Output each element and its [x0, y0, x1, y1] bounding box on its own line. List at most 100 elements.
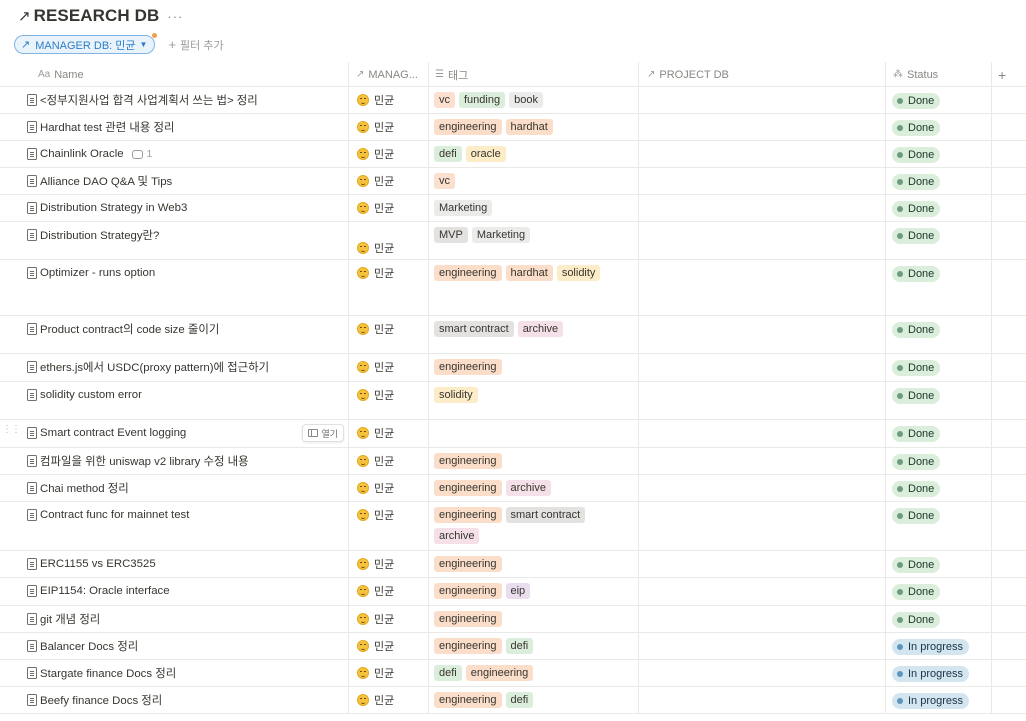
status-badge[interactable]: Done [892, 93, 941, 109]
project-cell[interactable] [638, 114, 885, 140]
status-cell[interactable]: Done [885, 168, 991, 194]
manager-relation[interactable]: 민균 [357, 260, 394, 286]
status-cell[interactable]: Done [885, 382, 991, 419]
column-header-status[interactable]: ⁂ Status [893, 62, 988, 87]
tags-cell[interactable]: engineering [428, 354, 638, 381]
table-row[interactable]: Hardhat test 관련 내용 정리 민균 engineering hardha… [0, 114, 1026, 141]
tag-pill[interactable]: oracle [465, 146, 506, 162]
status-badge[interactable]: Done [892, 508, 941, 524]
manager-cell[interactable]: 민균 [348, 606, 428, 632]
manager-cell[interactable]: 민균 [348, 448, 428, 474]
row-title[interactable]: Smart contract Event logging [40, 420, 186, 446]
name-cell[interactable]: Distribution Strategy란? [14, 222, 348, 259]
project-cell[interactable] [638, 502, 885, 550]
manager-relation[interactable]: 민균 [357, 687, 394, 713]
manager-cell[interactable]: 민균 [348, 114, 428, 140]
tags-cell[interactable]: engineering hardhat [428, 114, 638, 140]
tag-pill[interactable]: engineering [465, 665, 534, 681]
tag-pill[interactable]: engineering [434, 359, 502, 375]
row-title[interactable]: Distribution Strategy란? [40, 222, 159, 248]
tags-cell[interactable]: smart contract archive [428, 316, 638, 353]
name-cell[interactable]: Beefy finance Docs 정리 [14, 687, 348, 713]
manager-relation[interactable]: 민균 [357, 606, 394, 632]
tag-pill[interactable]: engineering [434, 638, 502, 654]
manager-relation[interactable]: 민균 [357, 354, 394, 380]
column-header-project[interactable]: ↗ PROJECT DB [647, 62, 882, 87]
column-header-manager[interactable]: ↗ MANAG... [356, 62, 428, 87]
row-title[interactable]: Balancer Docs 정리 [40, 633, 138, 659]
name-cell[interactable]: ERC1155 vs ERC3525 [14, 551, 348, 577]
name-cell[interactable]: 컴파일을 위한 uniswap v2 library 수정 내용 [14, 448, 348, 474]
table-row[interactable]: Smart contract Event logging 열기 ⋮⋮ 민균 Done [0, 420, 1026, 448]
project-cell[interactable] [638, 168, 885, 194]
manager-relation[interactable]: 민균 [357, 235, 394, 261]
row-title[interactable]: Hardhat test 관련 내용 정리 [40, 114, 174, 140]
status-cell[interactable]: Done [885, 502, 991, 550]
comment-count[interactable]: 1 [131, 149, 152, 160]
name-cell[interactable]: EIP1154: Oracle interface [14, 578, 348, 605]
name-cell[interactable]: Smart contract Event logging 열기 ⋮⋮ [2, 420, 348, 447]
tag-pill[interactable]: Marketing [471, 227, 531, 243]
status-cell[interactable]: Done [885, 578, 991, 605]
manager-cell[interactable]: 민균 [348, 222, 428, 259]
tag-pill[interactable]: defi [505, 692, 534, 708]
status-badge[interactable]: In progress [892, 639, 970, 655]
table-row[interactable]: solidity custom error 민균 solidity Done [0, 382, 1026, 420]
tag-pill[interactable]: smart contract [505, 507, 586, 523]
project-cell[interactable] [638, 382, 885, 419]
add-filter-button[interactable]: + 필터 추가 [168, 37, 223, 53]
status-badge[interactable]: Done [892, 584, 941, 600]
manager-relation[interactable]: 민균 [357, 475, 394, 501]
name-cell[interactable]: Alliance DAO Q&A 및 Tips [14, 168, 348, 194]
name-cell[interactable]: Chainlink Oracle 1 [14, 141, 348, 167]
table-row[interactable]: Optimizer - runs option 민균 engineering hard… [0, 260, 1026, 316]
table-row[interactable]: Product contract의 code size 줄이기 민균 smart c… [0, 316, 1026, 354]
tags-cell[interactable]: engineering defi [428, 687, 638, 713]
tags-cell[interactable]: defi engineering [428, 660, 638, 686]
tag-pill[interactable]: hardhat [505, 265, 553, 281]
tag-pill[interactable]: archive [505, 480, 551, 496]
manager-cell[interactable]: 민균 [348, 660, 428, 686]
name-cell[interactable]: git 개념 정리 [14, 606, 348, 632]
more-options-icon[interactable]: ··· [167, 9, 183, 24]
manager-relation[interactable]: 민균 [357, 195, 394, 221]
manager-relation[interactable]: 민균 [357, 660, 394, 686]
status-badge[interactable]: Done [892, 360, 941, 376]
table-row[interactable]: Beefy finance Docs 정리 민균 engineering defi In… [0, 687, 1026, 714]
status-cell[interactable]: Done [885, 475, 991, 501]
tag-pill[interactable]: hardhat [505, 119, 553, 135]
tags-cell[interactable] [428, 420, 638, 447]
status-cell[interactable]: Done [885, 222, 991, 259]
manager-relation[interactable]: 민균 [357, 633, 394, 659]
project-cell[interactable] [638, 260, 885, 315]
tags-cell[interactable]: engineering [428, 551, 638, 577]
manager-relation[interactable]: 민균 [357, 382, 394, 408]
table-row[interactable]: Balancer Docs 정리 민균 engineering defi In prog… [0, 633, 1026, 660]
tags-cell[interactable]: vc [428, 168, 638, 194]
row-title[interactable]: Beefy finance Docs 정리 [40, 687, 162, 713]
table-row[interactable]: Contract func for mainnet test 민균 engineer… [0, 502, 1026, 551]
status-badge[interactable]: Done [892, 388, 941, 404]
status-badge[interactable]: Done [892, 557, 941, 573]
manager-cell[interactable]: 민균 [348, 195, 428, 221]
tags-cell[interactable]: solidity [428, 382, 638, 419]
tags-cell[interactable]: engineering [428, 448, 638, 474]
tag-pill[interactable]: archive [517, 321, 564, 337]
manager-relation[interactable]: 민균 [357, 114, 394, 140]
project-cell[interactable] [638, 578, 885, 605]
manager-cell[interactable]: 민균 [348, 354, 428, 381]
name-cell[interactable]: Contract func for mainnet test [14, 502, 348, 550]
tag-pill[interactable]: engineering [434, 611, 502, 627]
table-row[interactable]: Distribution Strategy란? 민균 MVP Marketing Don… [0, 222, 1026, 260]
name-cell[interactable]: Optimizer - runs option [14, 260, 348, 315]
name-cell[interactable]: Hardhat test 관련 내용 정리 [14, 114, 348, 140]
tag-pill[interactable]: solidity [434, 387, 478, 403]
row-title[interactable]: Distribution Strategy in Web3 [40, 195, 187, 221]
status-badge[interactable]: Done [892, 612, 941, 628]
tag-pill[interactable]: vc [434, 92, 455, 108]
status-cell[interactable]: In progress [885, 660, 991, 686]
status-cell[interactable]: Done [885, 316, 991, 353]
table-row[interactable]: Chai method 정리 민균 engineering archive Done [0, 475, 1026, 502]
name-cell[interactable]: Balancer Docs 정리 [14, 633, 348, 659]
tags-cell[interactable]: engineering archive [428, 475, 638, 501]
